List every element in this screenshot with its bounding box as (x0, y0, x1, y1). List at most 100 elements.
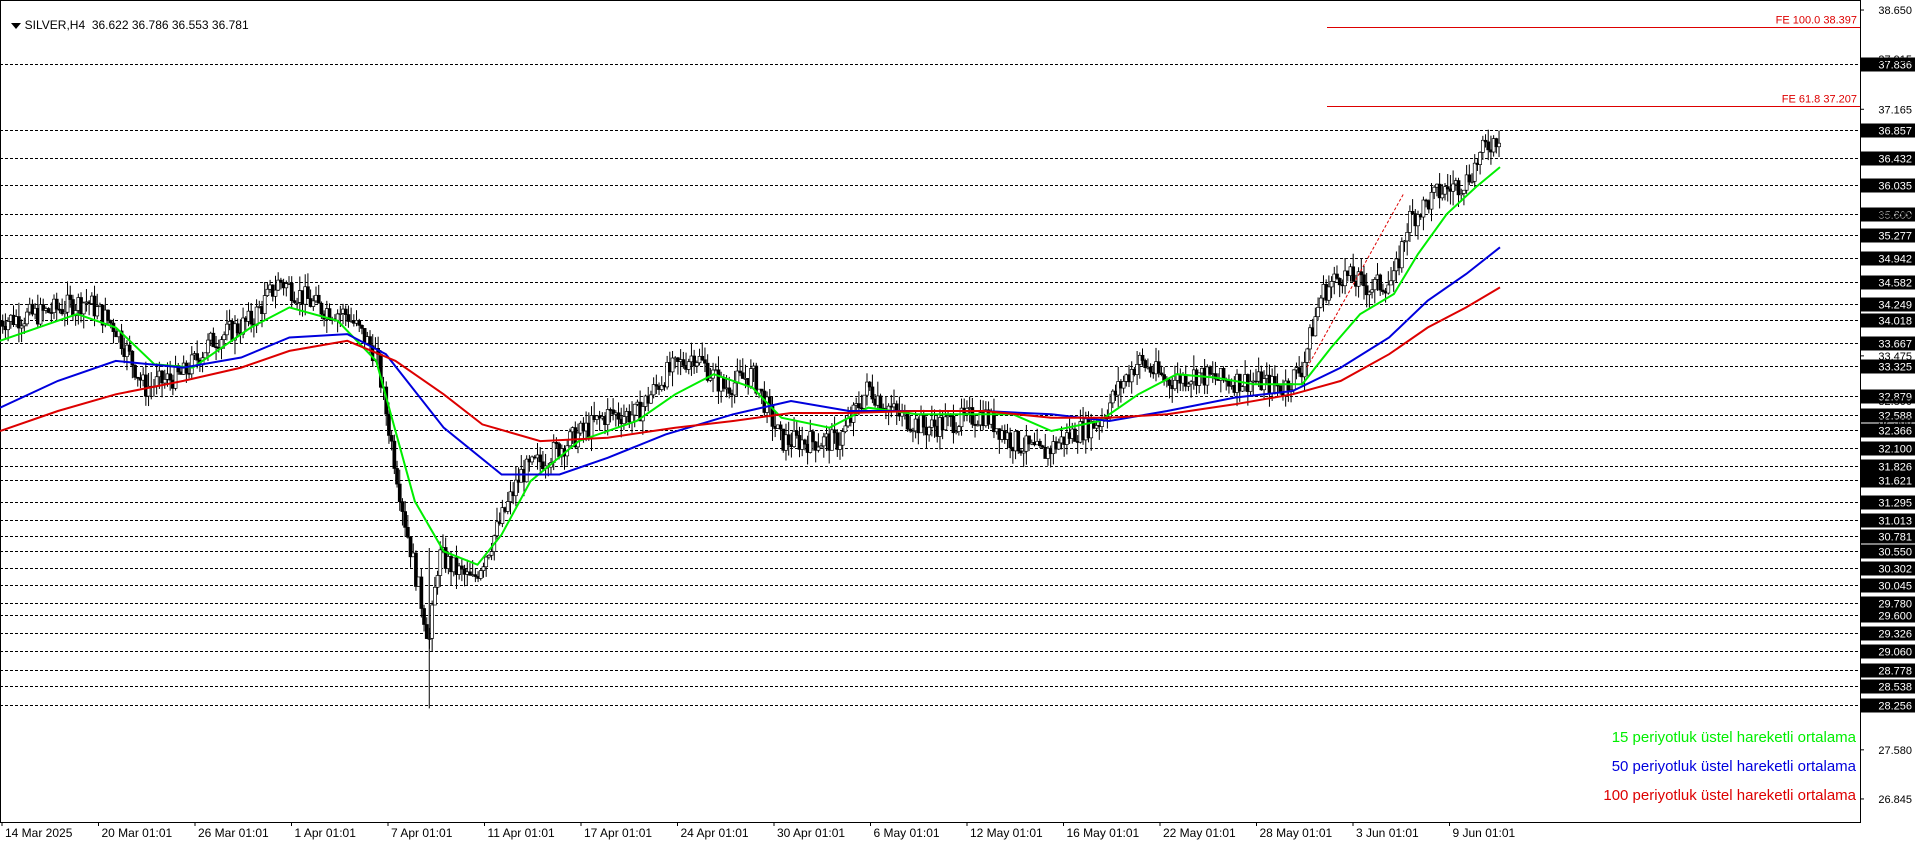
level-label: 31.295 (1878, 498, 1912, 510)
candle-body (840, 431, 845, 446)
level-label: 30.781 (1878, 532, 1912, 544)
candle-body (1121, 381, 1126, 389)
level-label: 36.857 (1878, 126, 1912, 138)
level-label: 34.018 (1878, 316, 1912, 328)
time-label: 24 Apr 01:01 (681, 826, 749, 840)
candle-body (460, 565, 464, 570)
candle-body (1073, 428, 1077, 442)
level-label: 28.778 (1878, 666, 1912, 678)
candle-body (400, 501, 405, 512)
candle-body (1156, 361, 1161, 374)
candle-body (816, 446, 821, 451)
price-scale-label: 35.595 (1878, 209, 1912, 221)
candle-body (1429, 191, 1434, 210)
candle-body (392, 440, 397, 469)
candle-body (222, 334, 227, 340)
legend-ema50: 50 periyotluk üstel hareketli ortalama (1611, 758, 1856, 775)
candle-body (162, 379, 167, 384)
candle-body (387, 413, 391, 436)
candle-body (1370, 289, 1374, 293)
candle-body (68, 294, 73, 300)
candle-body (1302, 362, 1307, 378)
candle-body (1329, 281, 1334, 288)
time-label: 28 May 01:01 (1260, 826, 1333, 840)
candle-body (538, 454, 543, 463)
candle-body (306, 286, 310, 299)
price-scale-label: 26.845 (1878, 794, 1912, 806)
candle-body (932, 419, 937, 427)
candle-body (1421, 199, 1426, 218)
candle-body (1440, 193, 1445, 199)
candle-body (1362, 274, 1366, 287)
candle-body (1291, 369, 1296, 391)
candle-body (1313, 316, 1318, 337)
candle-body (1305, 348, 1310, 363)
candle-body (0, 320, 5, 327)
candle-body (927, 427, 931, 436)
level-label: 29.600 (1878, 611, 1912, 623)
candle-body (616, 412, 621, 420)
candle-body (1056, 442, 1061, 450)
candle-body (870, 386, 875, 400)
candle-body (1359, 271, 1364, 276)
chart-header: SILVER,H4 36.622 36.786 36.553 36.781 (4, 4, 249, 32)
symbol-label: SILVER,H4 (24, 18, 86, 32)
candle-body (106, 309, 110, 321)
candle-body (786, 434, 791, 445)
candle-body (1478, 152, 1482, 165)
candle-body (670, 357, 675, 373)
level-label: 30.302 (1878, 564, 1912, 576)
candle-body (481, 566, 486, 571)
level-label: 36.432 (1878, 154, 1912, 166)
time-label: 11 Apr 01:01 (488, 826, 555, 840)
fib-label: FE 100.0 38.397 (1776, 15, 1857, 27)
time-label: 9 Jun 01:01 (1453, 826, 1516, 840)
candle-body (154, 376, 159, 387)
candle-body (168, 373, 173, 381)
candle-body (95, 306, 100, 317)
time-label: 17 Apr 01:01 (584, 826, 652, 840)
collapse-triangle-icon[interactable] (10, 22, 21, 29)
candle-body (1486, 141, 1491, 151)
candle-body (311, 300, 316, 307)
time-label: 3 Jun 01:01 (1356, 826, 1419, 840)
candle-body (703, 359, 707, 364)
candle-body (262, 295, 267, 315)
level-label: 34.582 (1878, 278, 1912, 290)
candle-body (1197, 372, 1202, 386)
candle-body (732, 382, 737, 396)
candle-body (1173, 379, 1177, 390)
candle-body (81, 302, 86, 315)
candle-body (424, 624, 429, 639)
candle-body (46, 308, 51, 313)
time-label: 7 Apr 01:01 (391, 826, 453, 840)
candle-body (1167, 379, 1172, 386)
time-label: 16 May 01:01 (1067, 826, 1140, 840)
legend-ema100: 100 periyotluk üstel hareketli ortalama (1603, 787, 1856, 804)
fib-label: FE 61.8 37.207 (1782, 94, 1857, 106)
candle-body (1351, 266, 1356, 282)
candle-body (951, 415, 956, 434)
candle-body (1462, 189, 1466, 194)
time-label: 26 Mar 01:01 (198, 826, 269, 840)
candle-body (1378, 274, 1383, 291)
candle-body (422, 608, 426, 625)
candle-body (921, 414, 926, 428)
candle-body (438, 549, 443, 576)
level-label: 32.100 (1878, 444, 1912, 456)
candle-body (551, 442, 556, 463)
candle-body (843, 425, 848, 432)
time-label: 1 Apr 01:01 (295, 826, 357, 840)
candle-body (649, 394, 653, 404)
candle-body (211, 332, 216, 348)
candle-body (778, 424, 783, 430)
time-label: 22 May 01:01 (1163, 826, 1236, 840)
candle-body (1140, 354, 1145, 361)
candle-body (1456, 180, 1461, 196)
level-label: 31.826 (1878, 462, 1912, 474)
candle-body (838, 444, 842, 450)
chart-area[interactable]: 37.836 36.857 36.432 36.035 35.600 35.277 34.9… (0, 0, 1916, 840)
candle-body (632, 403, 637, 416)
candle-body (686, 361, 691, 370)
candle-body (867, 381, 872, 388)
